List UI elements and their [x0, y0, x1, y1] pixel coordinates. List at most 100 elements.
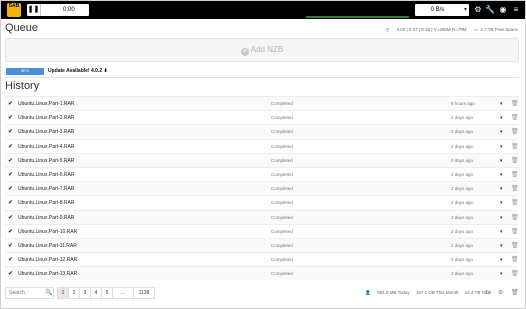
eye-icon[interactable]: ◉: [498, 4, 508, 16]
table-row[interactable]: ✔ Ubuntu.Linux.Part-3.RAR Completed 2 days …: [5, 124, 519, 139]
check-icon: ✔: [8, 200, 14, 207]
user-icon: 👤: [365, 290, 371, 295]
table-row[interactable]: ✔ Ubuntu.Linux.Part-5.RAR Completed 2 days …: [5, 152, 519, 168]
history-item-name[interactable]: Ubuntu.Linux.Part-7.RAR: [18, 182, 74, 196]
trash-icon[interactable]: 🗑: [511, 239, 519, 253]
update-text: Update Available! 4.0.2: [48, 68, 103, 74]
table-row[interactable]: ✔ Ubuntu.Linux.Part-7.RAR Completed 2 days …: [5, 181, 519, 196]
table-row[interactable]: ✔ Ubuntu.Linux.Part-11.RAR Completed 2 days…: [5, 237, 519, 253]
page-button[interactable]: 1138: [133, 287, 155, 299]
trash-icon[interactable]: 🗑: [511, 154, 519, 168]
history-item-name[interactable]: Ubuntu.Linux.Part-6.RAR: [18, 168, 74, 182]
chevron-down-icon[interactable]: ▾: [500, 253, 503, 267]
trash-icon[interactable]: 🗑: [511, 196, 519, 210]
trash-icon[interactable]: 🗑: [511, 253, 519, 267]
wrench-icon[interactable]: 🔧: [485, 4, 495, 16]
check-icon: ✔: [8, 101, 14, 107]
table-row[interactable]: ✔ Ubuntu.Linux.Part-2.RAR Completed 2 days …: [5, 110, 519, 124]
history-item-time: 2 days ago: [451, 228, 474, 234]
history-item-status: Completed: [271, 115, 293, 121]
chevron-down-icon[interactable]: ▾: [500, 267, 503, 281]
history-item-name[interactable]: Ubuntu.Linux.Part-9.RAR: [18, 211, 74, 225]
history-item-name[interactable]: Ubuntu.Linux.Part-12.RAR: [18, 253, 77, 267]
chevron-down-icon[interactable]: ▾: [500, 111, 503, 125]
history-item-time: 2 days ago: [451, 271, 474, 277]
table-row[interactable]: ✔ Ubuntu.Linux.Part-12.RAR Completed 2 days…: [5, 252, 519, 266]
history-item-name[interactable]: Ubuntu.Linux.Part-10.RAR: [18, 225, 77, 239]
chevron-down-icon[interactable]: ▾: [500, 239, 503, 253]
history-item-status: Completed: [271, 257, 293, 263]
update-available-link[interactable]: Update Available! 4.0.2 ⬇: [48, 67, 108, 76]
chevron-down-icon[interactable]: ▾: [500, 196, 503, 210]
table-row[interactable]: ✔ Ubuntu.Linux.Part-1.RAR Completed 9 hours…: [5, 96, 519, 111]
check-icon: ✔: [8, 228, 14, 235]
add-nzb-panel[interactable]: + Add NZB: [5, 38, 519, 62]
history-item-time: 2 days ago: [451, 115, 474, 121]
download-progress-bar: [306, 16, 409, 18]
table-row[interactable]: ✔ Ubuntu.Linux.Part-6.RAR Completed 2 days …: [5, 166, 519, 182]
trash-icon[interactable]: 🗑: [511, 140, 519, 154]
trash-icon[interactable]: 🗑: [511, 111, 519, 125]
trash-icon[interactable]: 🗑: [511, 211, 519, 225]
trash-icon[interactable]: 🗑: [511, 225, 519, 239]
playback-controls: ❚❚ 0:00: [27, 4, 89, 16]
history-item-time: 9 hours ago: [451, 101, 475, 106]
transfer-stats: 👤 691.5 MB Today 197.1 GB This Month 15.…: [360, 288, 491, 298]
chevron-down-icon[interactable]: ▾: [500, 168, 503, 182]
chevron-down-icon[interactable]: ▾: [464, 4, 467, 16]
chevron-down-icon[interactable]: ▾: [500, 125, 503, 139]
history-item-name[interactable]: Ubuntu.Linux.Part-8.RAR: [18, 196, 74, 210]
search-icon[interactable]: 🔍: [44, 287, 54, 299]
trash-icon[interactable]: 🗑: [511, 168, 519, 182]
table-row[interactable]: ✔ Ubuntu.Linux.Part-13.RAR Completed 2 days…: [5, 266, 519, 281]
plus-circle-icon: +: [240, 48, 249, 56]
history-title: History: [5, 80, 40, 92]
gear-icon[interactable]: ⚙: [473, 4, 483, 16]
history-item-name[interactable]: Ubuntu.Linux.Part-4.RAR: [18, 140, 74, 154]
table-row[interactable]: ✔ Ubuntu.Linux.Part-10.RAR Completed 2 days…: [5, 223, 519, 239]
refresh-icon[interactable]: ↻: [485, 288, 490, 298]
history-item-name[interactable]: Ubuntu.Linux.Part-1.RAR: [18, 97, 74, 111]
trash-icon[interactable]: 🗑: [511, 267, 519, 281]
table-row[interactable]: ✔ Ubuntu.Linux.Part-9.RAR Completed 2 days …: [5, 209, 519, 225]
trash-icon[interactable]: 🗑: [511, 97, 519, 111]
speed-display: 0 B/s: [430, 7, 445, 13]
table-row[interactable]: ✔ Ubuntu.Linux.Part-4.RAR Completed 2 days …: [5, 138, 519, 154]
speed-limit-control[interactable]: 0 B/s ▾: [415, 4, 469, 16]
history-table: ✔ Ubuntu.Linux.Part-1.RAR Completed 9 hours…: [5, 96, 519, 281]
history-item-status: Completed: [271, 186, 293, 192]
trash-icon[interactable]: 🗑: [511, 125, 519, 139]
table-row[interactable]: ✔ Ubuntu.Linux.Part-8.RAR Completed 2 days …: [5, 195, 519, 209]
chevron-down-icon[interactable]: ▾: [500, 154, 503, 168]
stats-month: 197.1 GB This Month: [415, 290, 459, 295]
page-button: ...: [112, 287, 134, 299]
history-item-time: 2 days ago: [451, 200, 474, 206]
trash-all-icon[interactable]: 🗑: [511, 288, 519, 298]
trash-icon[interactable]: 🗑: [511, 182, 519, 196]
add-nzb-button[interactable]: + Add NZB: [6, 39, 518, 61]
chevron-down-icon[interactable]: ▾: [500, 225, 503, 239]
chevron-down-icon[interactable]: ▾: [500, 97, 503, 111]
chevron-down-icon[interactable]: ▾: [500, 211, 503, 225]
free-space: 2.7 TB Free Space: [480, 27, 518, 32]
history-item-status: Completed: [271, 200, 293, 206]
download-icon: ⬇: [103, 68, 108, 74]
history-item-name[interactable]: Ubuntu.Linux.Part-13.RAR: [18, 267, 77, 281]
add-nzb-label: Add NZB: [250, 45, 284, 54]
chevron-down-icon[interactable]: ▾: [500, 182, 503, 196]
history-item-name[interactable]: Ubuntu.Linux.Part-3.RAR: [18, 125, 74, 139]
history-item-status: Completed: [271, 129, 293, 135]
history-item-name[interactable]: Ubuntu.Linux.Part-5.RAR: [18, 154, 74, 168]
history-item-time: 2 days ago: [451, 157, 474, 163]
pagination: 1 2 3 4 5... 1138: [57, 287, 155, 299]
settings-icon[interactable]: ⚙: [498, 288, 503, 298]
menu-icon[interactable]: ≡: [511, 4, 521, 16]
history-item-time: 2 days ago: [451, 143, 474, 149]
pause-timer[interactable]: 0:00: [63, 4, 75, 16]
chevron-down-icon[interactable]: ▾: [500, 140, 503, 154]
pause-icon: ❚❚: [27, 6, 40, 13]
history-item-name[interactable]: Ubuntu.Linux.Part-2.RAR: [18, 111, 74, 125]
pause-button[interactable]: ❚❚: [27, 4, 41, 16]
sabnzbd-logo[interactable]: SAB: [7, 3, 21, 17]
history-item-name[interactable]: Ubuntu.Linux.Part-11.RAR: [18, 239, 77, 253]
